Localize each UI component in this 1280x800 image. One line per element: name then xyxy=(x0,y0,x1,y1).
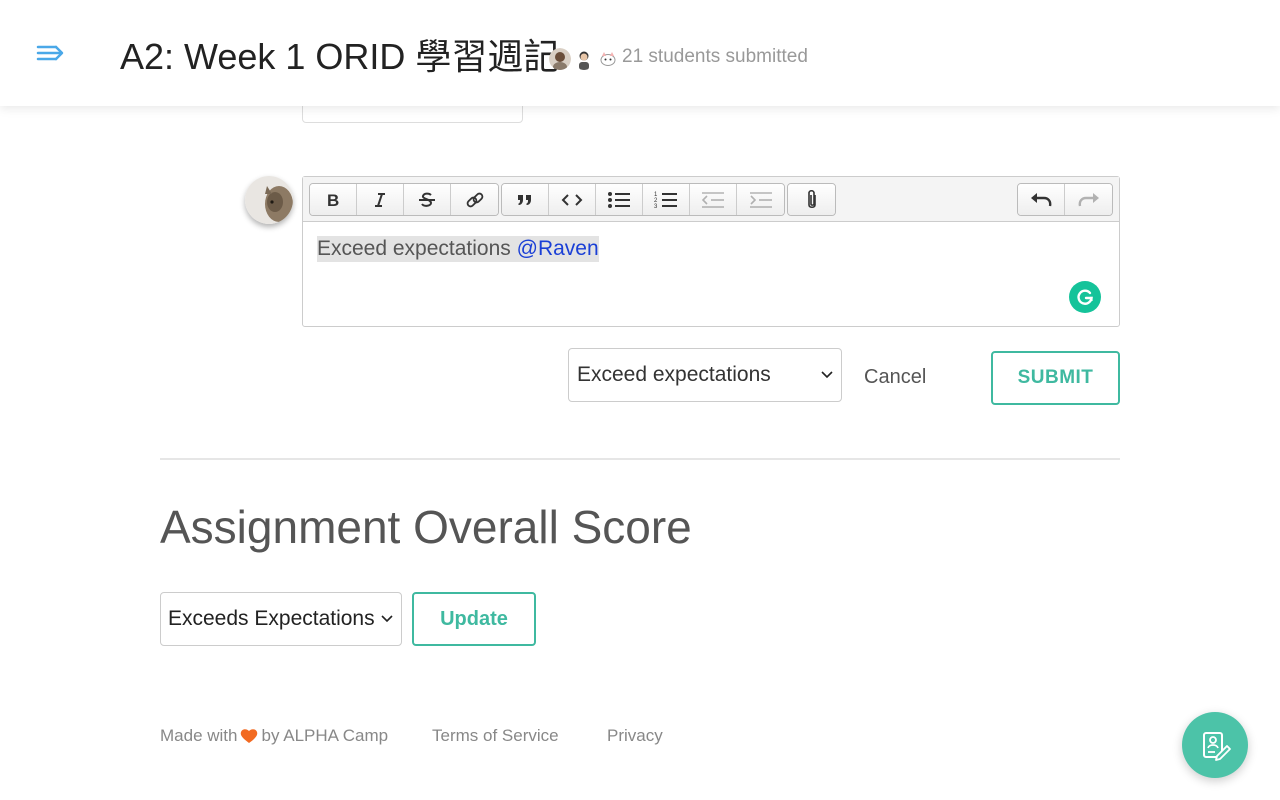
terms-of-service-link[interactable]: Terms of Service xyxy=(432,726,559,746)
grading-notes-button[interactable] xyxy=(1182,712,1248,778)
section-divider xyxy=(160,458,1120,460)
redo-icon[interactable] xyxy=(1065,184,1112,215)
editor-toolbar: B 123 xyxy=(303,177,1119,222)
strikethrough-icon[interactable] xyxy=(404,184,451,215)
commenter-avatar xyxy=(245,176,293,224)
submitted-avatars[interactable] xyxy=(549,48,621,70)
submitted-count[interactable]: 21 students submitted xyxy=(622,46,808,68)
link-icon[interactable] xyxy=(451,184,498,215)
attach-icon[interactable] xyxy=(788,184,835,215)
bold-icon[interactable]: B xyxy=(310,184,357,215)
grammarly-icon[interactable] xyxy=(1069,281,1101,313)
quote-icon[interactable] xyxy=(502,184,549,215)
block-group: 123 xyxy=(501,183,785,216)
update-button[interactable]: Update xyxy=(412,592,536,646)
format-group: B xyxy=(309,183,499,216)
submit-button[interactable]: SUBMIT xyxy=(991,351,1120,405)
comment-editor[interactable]: B 123 Exceed expectations @Raven xyxy=(302,176,1120,327)
chevron-down-icon xyxy=(381,615,393,623)
editor-body-text: Exceed expectations xyxy=(317,237,511,260)
score-selected-value: Exceeds Expectations xyxy=(168,607,375,630)
editor-text[interactable]: Exceed expectations @Raven xyxy=(317,236,599,262)
student-avatar[interactable] xyxy=(549,48,571,70)
by-alpha-camp-text: by ALPHA Camp xyxy=(261,726,389,745)
rating-select[interactable]: Exceed expectations xyxy=(568,348,842,402)
heart-icon xyxy=(241,729,258,743)
numbered-list-icon[interactable]: 123 xyxy=(643,184,690,215)
undo-icon[interactable] xyxy=(1018,184,1065,215)
privacy-link[interactable]: Privacy xyxy=(607,726,663,746)
svg-text:B: B xyxy=(327,191,339,209)
bullet-list-icon[interactable] xyxy=(596,184,643,215)
student-avatar[interactable] xyxy=(597,48,619,70)
rating-selected-value: Exceed expectations xyxy=(577,363,771,386)
page-header: A2: Week 1 ORID 學習週記 21 students submitt… xyxy=(0,0,1280,106)
attach-group xyxy=(787,183,836,216)
outdent-icon[interactable] xyxy=(690,184,737,215)
made-with-text: Made with xyxy=(160,726,238,745)
overall-score-title: Assignment Overall Score xyxy=(160,501,692,553)
assignment-edit-icon xyxy=(1203,732,1231,761)
history-group xyxy=(1017,183,1113,216)
student-avatar[interactable] xyxy=(573,48,595,70)
code-icon[interactable] xyxy=(549,184,596,215)
indent-icon[interactable] xyxy=(737,184,784,215)
mention-link[interactable]: @Raven xyxy=(517,237,599,260)
italic-icon[interactable] xyxy=(357,184,404,215)
cancel-button[interactable]: Cancel xyxy=(864,366,926,389)
overall-score-select[interactable]: Exceeds Expectations xyxy=(160,592,402,646)
svg-text:3: 3 xyxy=(654,204,658,210)
chevron-down-icon xyxy=(821,371,833,379)
page-title: A2: Week 1 ORID 學習週記 xyxy=(120,36,560,77)
menu-expand-icon[interactable] xyxy=(36,40,66,66)
footer-credit: Made with by ALPHA Camp xyxy=(160,726,388,746)
